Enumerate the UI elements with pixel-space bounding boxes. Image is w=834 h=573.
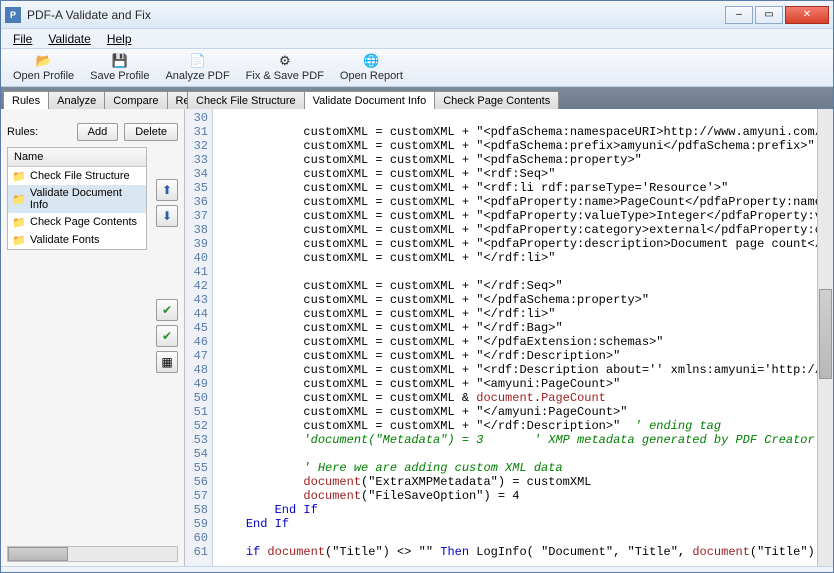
menu-validate[interactable]: Validate <box>40 30 98 48</box>
right-tabgroup: Check File Structure Validate Document I… <box>185 91 833 109</box>
menu-file[interactable]: File <box>5 30 40 48</box>
move-up-button[interactable]: ⬆ <box>156 179 178 201</box>
rule-list-header[interactable]: Name <box>8 148 146 167</box>
left-tabgroup: Rules Analyze Compare Report <box>1 91 185 109</box>
code-editor[interactable]: customXML = customXML + "<pdfaSchema:nam… <box>213 109 817 566</box>
rule-item-label: Validate Document Info <box>30 187 142 211</box>
tab-check-file-structure[interactable]: Check File Structure <box>187 91 305 109</box>
tab-analyze[interactable]: Analyze <box>48 91 105 109</box>
tab-compare[interactable]: Compare <box>104 91 167 109</box>
tool-label: Open Profile <box>13 70 74 82</box>
tool-analyze-pdf[interactable]: 📄 Analyze PDF <box>159 52 235 83</box>
check-button-2[interactable]: ✔ <box>156 325 178 347</box>
titlebar: P PDF-A Validate and Fix – ▭ ✕ <box>1 1 833 29</box>
tab-check-page-contents[interactable]: Check Page Contents <box>434 91 559 109</box>
tab-rules[interactable]: Rules <box>3 91 49 109</box>
close-button[interactable]: ✕ <box>785 6 829 24</box>
tool-label: Open Report <box>340 70 403 82</box>
scrollbar-thumb[interactable] <box>8 547 68 561</box>
code-panel: 30 31 32 33 34 35 36 37 38 39 40 41 42 4… <box>185 109 833 566</box>
move-down-button[interactable]: ⬇ <box>156 205 178 227</box>
rule-list: Name 📁 Check File Structure 📁 Validate D… <box>7 147 147 250</box>
check-button-1[interactable]: ✔ <box>156 299 178 321</box>
left-panel: Rules: Add Delete Name 📁 Check File Stru… <box>1 109 185 566</box>
minimize-button[interactable]: – <box>725 6 753 24</box>
tool-label: Analyze PDF <box>165 70 229 82</box>
tool-save-profile[interactable]: 💾 Save Profile <box>84 52 155 83</box>
folder-icon: 📁 <box>12 192 26 206</box>
rule-item-label: Check File Structure <box>30 170 130 182</box>
tool-fix-save-pdf[interactable]: ⚙ Fix & Save PDF <box>240 52 330 83</box>
rule-item-label: Check Page Contents <box>30 216 137 228</box>
status-bar <box>1 566 833 572</box>
rules-row: Rules: Add Delete <box>7 123 178 141</box>
action-buttons: ✔ ✔ ▦ <box>156 299 178 373</box>
tab-validate-document-info[interactable]: Validate Document Info <box>304 91 436 109</box>
main: Rules: Add Delete Name 📁 Check File Stru… <box>1 109 833 566</box>
app-icon: P <box>5 7 21 23</box>
menubar: File Validate Help <box>1 29 833 49</box>
tool-open-profile[interactable]: 📂 Open Profile <box>7 52 80 83</box>
toolbar: 📂 Open Profile 💾 Save Profile 📄 Analyze … <box>1 49 833 87</box>
rule-item-validate-document-info[interactable]: 📁 Validate Document Info <box>8 185 146 213</box>
menu-help[interactable]: Help <box>99 30 140 48</box>
rule-item-label: Validate Fonts <box>30 234 100 246</box>
window-title: PDF-A Validate and Fix <box>27 8 725 22</box>
scrollbar-thumb[interactable] <box>819 289 832 379</box>
tool-label: Fix & Save PDF <box>246 70 324 82</box>
vertical-scrollbar[interactable] <box>817 109 833 566</box>
tool-open-report[interactable]: 🌐 Open Report <box>334 52 409 83</box>
folder-icon: 📁 <box>12 233 26 247</box>
rules-label: Rules: <box>7 126 71 138</box>
left-scrollbar[interactable] <box>7 546 178 562</box>
folder-icon: 📁 <box>12 169 26 183</box>
folder-icon: 📁 <box>12 215 26 229</box>
tool-label: Save Profile <box>90 70 149 82</box>
grid-button[interactable]: ▦ <box>156 351 178 373</box>
gear-icon: ⚙ <box>277 53 293 69</box>
order-buttons: ⬆ ⬇ <box>156 179 178 227</box>
window-controls: – ▭ ✕ <box>725 6 829 24</box>
open-icon: 📂 <box>36 53 52 69</box>
analyze-icon: 📄 <box>190 53 206 69</box>
maximize-button[interactable]: ▭ <box>755 6 783 24</box>
tabstrip-row: Rules Analyze Compare Report Check File … <box>1 87 833 109</box>
delete-button[interactable]: Delete <box>124 123 178 141</box>
rule-item-check-page-contents[interactable]: 📁 Check Page Contents <box>8 213 146 231</box>
add-button[interactable]: Add <box>77 123 119 141</box>
rule-item-check-file-structure[interactable]: 📁 Check File Structure <box>8 167 146 185</box>
line-gutter: 30 31 32 33 34 35 36 37 38 39 40 41 42 4… <box>185 109 213 566</box>
report-icon: 🌐 <box>363 53 379 69</box>
rule-item-validate-fonts[interactable]: 📁 Validate Fonts <box>8 231 146 249</box>
save-icon: 💾 <box>112 53 128 69</box>
